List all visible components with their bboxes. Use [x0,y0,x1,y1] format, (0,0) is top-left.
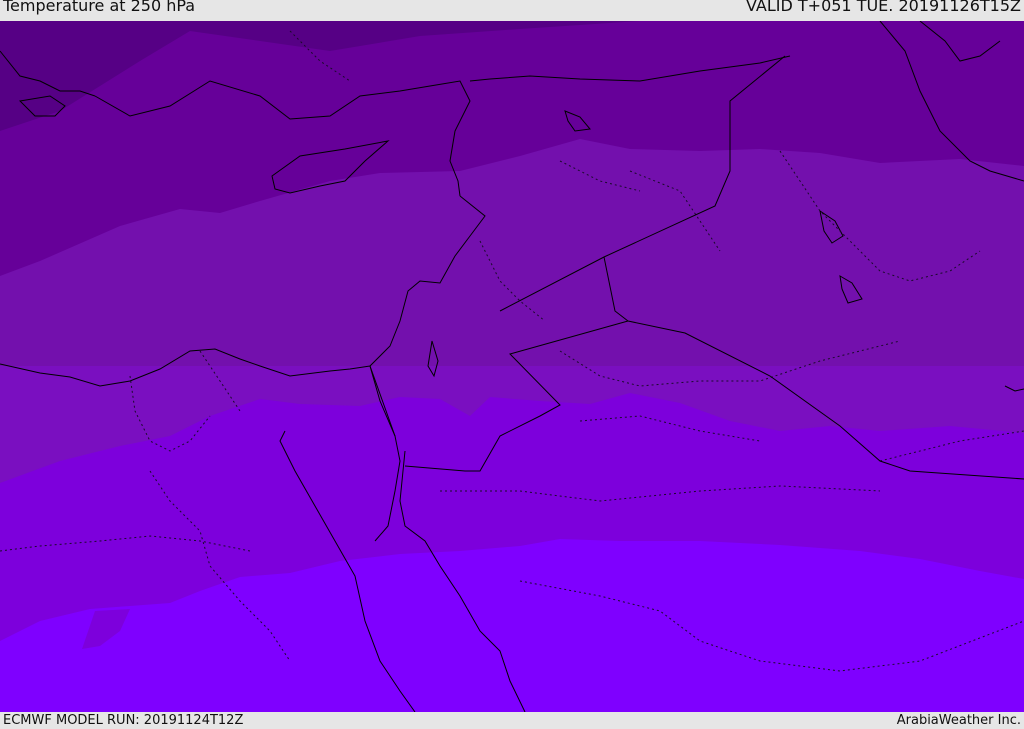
footer-bar: ECMWF MODEL RUN: 20191124T12Z ArabiaWeat… [0,712,1024,729]
map-title: Temperature at 250 hPa [3,0,196,15]
header-bar: Temperature at 250 hPa VALID T+051 TUE. … [0,0,1024,21]
model-run-label: ECMWF MODEL RUN: 20191124T12Z [3,713,244,728]
valid-time: VALID T+051 TUE. 20191126T15Z [745,0,1021,15]
map-canvas [0,21,1024,712]
map-figure: Temperature at 250 hPa VALID T+051 TUE. … [0,0,1024,729]
credit-label: ArabiaWeather Inc. [896,713,1021,728]
